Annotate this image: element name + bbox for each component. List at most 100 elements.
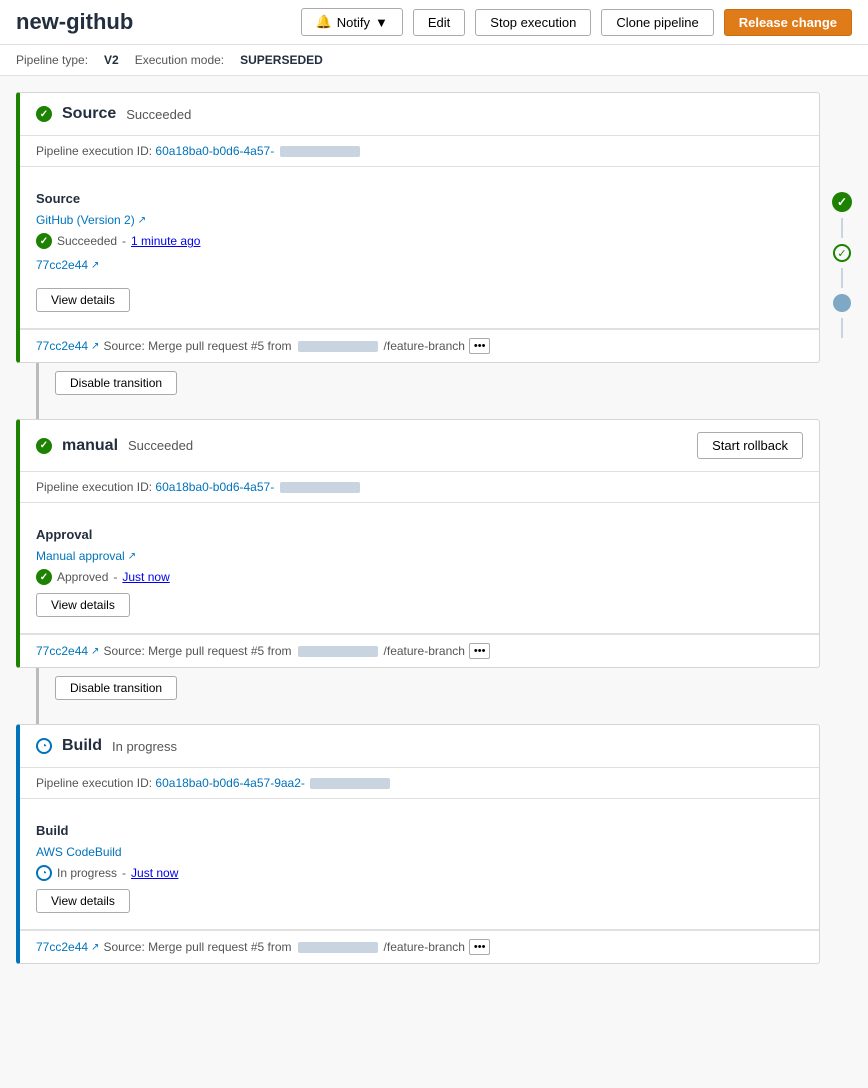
manual-exec-id: Pipeline execution ID: 60a18ba0-b0d6-4a5…: [20, 472, 819, 503]
transition-2-button-wrapper: Disable transition: [39, 668, 193, 708]
disable-transition-2-button[interactable]: Disable transition: [55, 676, 177, 700]
build-footer-more-button[interactable]: •••: [469, 939, 491, 955]
manual-view-details-button[interactable]: View details: [36, 593, 130, 617]
source-action-status-row: ✓ Succeeded - 1 minute ago: [36, 233, 803, 249]
start-rollback-button[interactable]: Start rollback: [697, 432, 803, 459]
build-action-time-link[interactable]: Just now: [131, 866, 178, 880]
build-exec-id: Pipeline execution ID: 60a18ba0-b0d6-4a5…: [20, 768, 819, 799]
source-action-name: Source: [36, 191, 803, 206]
manual-action-time-link[interactable]: Just now: [122, 570, 169, 584]
pipeline-sidebar-icons: ✓ ✓: [832, 92, 852, 964]
clone-pipeline-button[interactable]: Clone pipeline: [601, 9, 713, 36]
manual-footer-external-icon: ↗: [91, 646, 99, 657]
disable-transition-1-button[interactable]: Disable transition: [55, 371, 177, 395]
build-footer-blurred: [298, 942, 378, 953]
footer-external-icon: ↗: [91, 341, 99, 352]
stage-manual: ✓ manual Succeeded Start rollback Pipeli…: [16, 419, 820, 668]
build-footer-external-icon: ↗: [91, 942, 99, 953]
notify-button[interactable]: 🔔 Notify ▼: [301, 8, 403, 36]
build-action-status-text: In progress: [57, 866, 117, 880]
sidebar-line-1: [841, 218, 843, 238]
manual-footer-branch: /feature-branch: [384, 644, 465, 658]
stage-source-header: ✓ Source Succeeded: [20, 93, 819, 136]
manual-footer-text: Source: Merge pull request #5 from: [103, 644, 291, 658]
main-content: ✓ Source Succeeded Pipeline execution ID…: [0, 76, 868, 980]
manual-footer-commit-link[interactable]: 77cc2e44 ↗: [36, 644, 99, 658]
pipeline-title: new-github: [16, 9, 133, 35]
pipeline-type-value: V2: [104, 53, 119, 67]
manual-action-status-icon: ✓: [36, 569, 52, 585]
source-view-details-button[interactable]: View details: [36, 288, 130, 312]
commit-external-icon: ↗: [91, 260, 99, 271]
sidebar-icon-success2: ✓: [833, 244, 851, 262]
pipeline-stages: ✓ Source Succeeded Pipeline execution ID…: [16, 92, 820, 964]
edit-button[interactable]: Edit: [413, 9, 465, 36]
build-exec-id-blurred: [310, 778, 390, 789]
source-status-icon: ✓: [36, 106, 52, 122]
transition-1: Disable transition: [16, 363, 820, 419]
source-commit-link[interactable]: 77cc2e44 ↗: [36, 258, 99, 272]
source-footer-blurred: [298, 341, 378, 352]
source-exec-id: Pipeline execution ID: 60a18ba0-b0d6-4a5…: [20, 136, 819, 167]
manual-commit-footer: 77cc2e44 ↗ Source: Merge pull request #5…: [20, 634, 819, 667]
manual-exec-id-link[interactable]: 60a18ba0-b0d6-4a57-: [155, 480, 274, 494]
stage-build-title: Build: [62, 737, 102, 755]
manual-action-approval: Approval Manual approval ↗ ✓ Approved - …: [20, 511, 819, 634]
build-commit-footer: 77cc2e44 ↗ Source: Merge pull request #5…: [20, 930, 819, 963]
stage-source-title: Source: [62, 105, 116, 123]
stage-manual-header: ✓ manual Succeeded Start rollback: [20, 420, 819, 472]
source-action-time-link[interactable]: 1 minute ago: [131, 234, 200, 248]
stage-manual-title: manual: [62, 437, 118, 455]
sidebar-line-2: [841, 268, 843, 288]
manual-action-status-text: Approved: [57, 570, 108, 584]
source-exec-id-link[interactable]: 60a18ba0-b0d6-4a57-: [155, 144, 274, 158]
stage-source: ✓ Source Succeeded Pipeline execution ID…: [16, 92, 820, 363]
source-footer-more-button[interactable]: •••: [469, 338, 491, 354]
source-action-status-icon: ✓: [36, 233, 52, 249]
build-exec-id-link[interactable]: 60a18ba0-b0d6-4a57-9aa2-: [155, 776, 304, 790]
build-action: Build AWS CodeBuild ◔ In progress - Just…: [20, 807, 819, 930]
source-commit-footer: 77cc2e44 ↗ Source: Merge pull request #5…: [20, 329, 819, 362]
stage-build-header: ◔ Build In progress: [20, 725, 819, 768]
pipeline-type-label: Pipeline type:: [16, 53, 88, 67]
pipeline-info-bar: Pipeline type: V2 Execution mode: SUPERS…: [0, 45, 868, 76]
stop-execution-button[interactable]: Stop execution: [475, 9, 591, 36]
build-footer-branch: /feature-branch: [384, 940, 465, 954]
manual-status-icon: ✓: [36, 438, 52, 454]
source-exec-id-blurred: [280, 146, 360, 157]
source-footer-text: Source: Merge pull request #5 from: [103, 339, 291, 353]
stage-source-status: Succeeded: [126, 107, 191, 122]
external-link-icon: ↗: [138, 215, 146, 226]
manual-footer-blurred: [298, 646, 378, 657]
github-provider-link[interactable]: GitHub (Version 2) ↗: [36, 213, 146, 227]
transition-1-button-wrapper: Disable transition: [39, 363, 193, 403]
release-change-button[interactable]: Release change: [724, 9, 852, 36]
chevron-down-icon: ▼: [375, 15, 388, 30]
source-footer-branch: /feature-branch: [384, 339, 465, 353]
stage-manual-rollback: Start rollback: [697, 432, 803, 459]
source-action-source: Source GitHub (Version 2) ↗ ✓ Succeeded …: [20, 175, 819, 329]
manual-action-status-row: ✓ Approved - Just now: [36, 569, 803, 585]
build-action-status-icon: ◔: [36, 865, 52, 881]
sidebar-line-3: [841, 318, 843, 338]
manual-footer-more-button[interactable]: •••: [469, 643, 491, 659]
header: new-github 🔔 Notify ▼ Edit Stop executio…: [0, 0, 868, 45]
build-action-name: Build: [36, 823, 803, 838]
execution-mode-label: Execution mode:: [135, 53, 224, 67]
stage-manual-status: Succeeded: [128, 438, 193, 453]
build-view-details-button[interactable]: View details: [36, 889, 130, 913]
build-action-status-row: ◔ In progress - Just now: [36, 865, 803, 881]
manual-external-icon: ↗: [128, 551, 136, 562]
source-footer-commit-link[interactable]: 77cc2e44 ↗: [36, 339, 99, 353]
stage-build-status: In progress: [112, 739, 177, 754]
stage-build: ◔ Build In progress Pipeline execution I…: [16, 724, 820, 964]
codebuild-link[interactable]: AWS CodeBuild: [36, 845, 122, 859]
transition-2: Disable transition: [16, 668, 820, 724]
manual-approval-link[interactable]: Manual approval ↗: [36, 549, 136, 563]
build-footer-commit-link[interactable]: 77cc2e44 ↗: [36, 940, 99, 954]
source-action-status-text: Succeeded: [57, 234, 117, 248]
sidebar-icon-success: ✓: [832, 192, 852, 212]
manual-action-name: Approval: [36, 527, 803, 542]
manual-exec-id-blurred: [280, 482, 360, 493]
sidebar-icon-inprogress: [833, 294, 851, 312]
